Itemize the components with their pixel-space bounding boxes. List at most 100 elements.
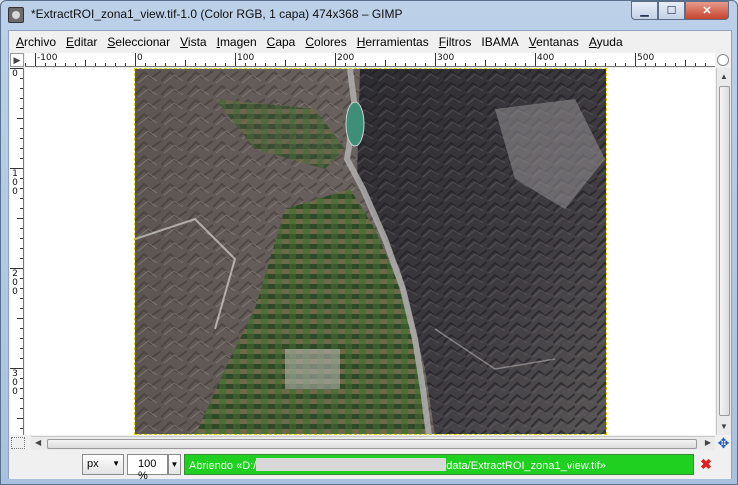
menu-vista[interactable]: Vista [175, 35, 211, 49]
zoom-fit-icon[interactable] [717, 54, 729, 66]
zoom-input[interactable]: 100 % [127, 454, 168, 482]
ruler-label: 0 [137, 53, 143, 63]
menu-editar[interactable]: Editar [61, 35, 102, 49]
ruler-tick [205, 63, 206, 66]
vertical-ruler[interactable]: 0 100 200 300 [10, 68, 24, 435]
navigate-icon[interactable]: ✥ [716, 436, 731, 451]
ruler-tick [675, 63, 676, 66]
close-button[interactable]: ✕ [685, 1, 729, 20]
minimize-button[interactable]: ▁ [631, 1, 658, 20]
zoom-dropdown-button[interactable]: ▼ [168, 454, 181, 475]
ruler-tick [425, 63, 426, 66]
ruler-tick [20, 248, 23, 249]
gimp-window: *ExtractROI_zona1_view.tif-1.0 (Color RG… [0, 0, 738, 485]
menu-mnemonic: A [16, 34, 25, 49]
vertical-scrollbar[interactable]: ▲ ▼ [716, 68, 731, 435]
window-controls: ▁ ☐ ✕ [631, 1, 729, 21]
ruler-tick [20, 108, 23, 109]
quick-mask-toggle[interactable] [11, 437, 25, 449]
menu-colores[interactable]: Colores [300, 35, 351, 49]
ruler-tick [20, 188, 23, 189]
horizontal-scrollbar[interactable]: ◀ ▶ [31, 436, 715, 450]
scroll-up-icon[interactable]: ▲ [720, 72, 728, 81]
ruler-tick [17, 418, 23, 419]
gimp-app-icon[interactable] [8, 7, 24, 23]
menu-ventanas[interactable]: Ventanas [524, 35, 584, 49]
canvas-area[interactable] [25, 68, 715, 435]
ruler-tick [20, 358, 23, 359]
ruler-tick [335, 53, 336, 66]
ruler-tick [505, 63, 506, 66]
menu-label: IBAMA [481, 34, 519, 49]
unit-value: px [87, 458, 99, 470]
ruler-tick [475, 63, 476, 66]
ruler-label: 100 [12, 169, 18, 197]
image-canvas[interactable] [134, 68, 607, 435]
menu-ayuda[interactable]: Ayuda [584, 35, 628, 49]
ruler-tick [545, 63, 546, 66]
ruler-label: 200 [337, 53, 355, 63]
ruler-tick [645, 63, 646, 66]
quick-mask-menu-icon[interactable]: ▶ [10, 53, 24, 67]
ruler-tick [435, 53, 436, 66]
scroll-down-icon[interactable]: ▼ [720, 422, 728, 431]
menu-mnemonic: F [438, 34, 447, 49]
menu-imagen[interactable]: Imagen [212, 35, 262, 49]
ruler-tick [185, 60, 186, 66]
ruler-tick [20, 178, 23, 179]
menu-filtros[interactable]: Filtros [434, 35, 477, 49]
ruler-tick [20, 308, 23, 309]
ruler-tick [515, 63, 516, 66]
ruler-tick [285, 60, 286, 66]
ruler-tick [20, 208, 23, 209]
menu-ibama[interactable]: IBAMA [476, 35, 523, 49]
ruler-label: 0 [12, 69, 18, 79]
ruler-tick [535, 53, 536, 66]
menu-capa[interactable]: Capa [262, 35, 301, 49]
menu-label: eleccionar [115, 34, 171, 49]
ruler-tick [20, 228, 23, 229]
ruler-tick [145, 63, 146, 66]
redacted-path [256, 458, 447, 471]
scroll-right-icon[interactable]: ▶ [705, 438, 711, 447]
ruler-label: 300 [437, 53, 455, 63]
ruler-tick [655, 63, 656, 66]
ruler-tick [45, 63, 46, 66]
ruler-tick [155, 63, 156, 66]
menu-archivo[interactable]: Archivo [11, 35, 61, 49]
ruler-tick [35, 53, 36, 66]
ruler-tick [20, 148, 23, 149]
menubar: Archivo Editar Seleccionar Vista Imagen Capa C… [9, 31, 731, 52]
unit-selector[interactable]: px ▼ [82, 454, 124, 475]
menu-herramientas[interactable]: Herramientas [352, 35, 434, 49]
ruler-tick [665, 63, 666, 66]
horizontal-scroll-thumb[interactable] [47, 439, 697, 449]
menu-seleccionar[interactable]: Seleccionar [102, 35, 175, 49]
horizontal-ruler[interactable]: -100 0 100 200 300 400 500 [25, 53, 715, 67]
ruler-tick [345, 63, 346, 66]
ruler-tick [275, 63, 276, 66]
ruler-tick [525, 63, 526, 66]
maximize-button[interactable]: ☐ [658, 1, 685, 20]
title-bar[interactable]: *ExtractROI_zona1_view.tif-1.0 (Color RG… [1, 1, 737, 29]
ruler-tick [295, 63, 296, 66]
ruler-tick [20, 388, 23, 389]
cancel-icon[interactable]: ✖ [698, 456, 714, 472]
ruler-tick [625, 63, 626, 66]
ruler-tick [20, 78, 23, 79]
ruler-tick [245, 63, 246, 66]
ruler-tick [20, 338, 23, 339]
menu-mnemonic: V [528, 34, 537, 49]
ruler-label: 500 [637, 53, 655, 63]
ruler-tick [465, 63, 466, 66]
menu-mnemonic: A [588, 34, 597, 49]
ruler-tick [20, 98, 23, 99]
scroll-left-icon[interactable]: ◀ [35, 438, 41, 447]
vertical-scroll-thumb[interactable] [719, 86, 730, 416]
menu-label: magen [219, 34, 257, 49]
ruler-tick [215, 63, 216, 66]
ruler-tick [255, 63, 256, 66]
ruler-tick [125, 63, 126, 66]
ruler-tick [17, 218, 23, 219]
satellite-image [135, 69, 606, 434]
